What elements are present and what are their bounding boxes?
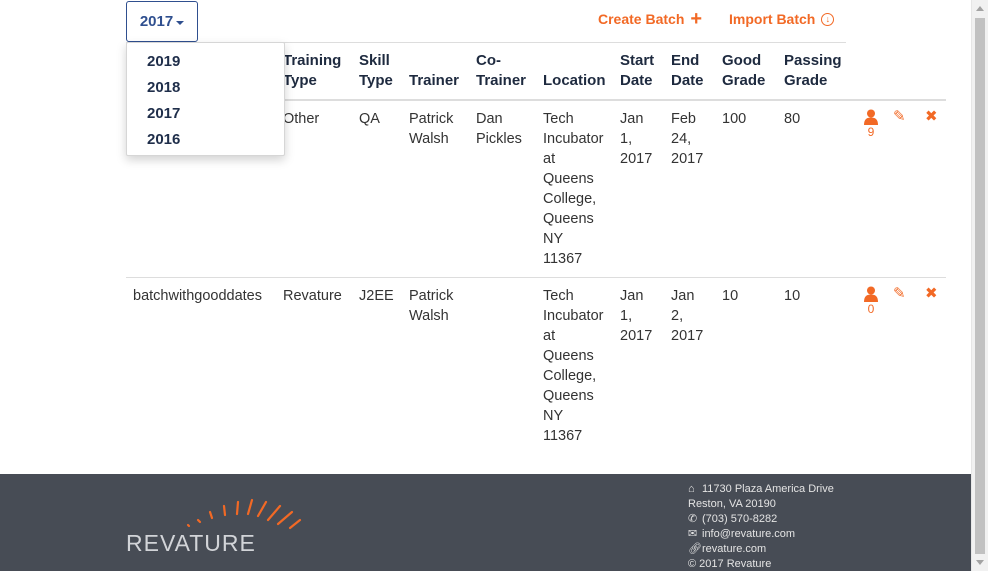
cell-end-date: Feb 24, 2017 (671, 111, 704, 167)
footer-contact-info: ⌂ 11730 Plaza America Drive Reston, VA 20… (688, 482, 834, 572)
header-skill-type: Skill Type (359, 52, 393, 89)
header-end-date: End Date (671, 52, 704, 89)
caret-down-icon (176, 20, 185, 25)
page-scrollbar[interactable] (971, 0, 988, 571)
header-good-grade: Good Grade (722, 52, 766, 89)
cell-training-type: Revature (283, 288, 342, 304)
revature-logo: REVATURE (126, 498, 306, 558)
cell-co-trainer: Dan Pickles (476, 111, 522, 147)
envelope-icon: ✉ (688, 528, 698, 540)
header-trainer: Trainer (409, 72, 460, 89)
scrollbar-thumb[interactable] (975, 18, 985, 554)
cell-passing-grade: 80 (784, 111, 801, 127)
header-passing-grade: Passing Grade (784, 52, 842, 89)
scroll-down-arrow-icon[interactable] (976, 560, 984, 565)
cell-skill-type: QA (359, 111, 380, 127)
import-batch-label: Import Batch (729, 11, 816, 27)
cell-good-grade: 100 (722, 111, 747, 127)
import-batch-link[interactable]: Import Batch ↓ (729, 11, 835, 27)
header-start-date: Start Date (620, 52, 655, 89)
cell-location: Tech Incubator at Queens College, Queens NY… (543, 288, 604, 444)
footer-phone: ✆ (703) 570-8282 (688, 513, 778, 525)
logo-rays-icon (186, 498, 302, 530)
footer-copyright: © 2017 Revature (688, 558, 772, 570)
year-dropdown-button[interactable]: 2017 (126, 1, 198, 42)
header-location: Location (543, 72, 606, 89)
footer-website[interactable]: 🔗︎revature.com (688, 542, 834, 557)
cell-trainer: Patrick Walsh (409, 111, 454, 147)
cell-skill-type: J2EE (359, 288, 394, 304)
year-option-2018[interactable]: 2018 (127, 75, 284, 101)
cell-start-date: Jan 1, 2017 (620, 288, 653, 344)
site-footer: REVATURE ⌂ 11730 Plaza America Drive Rest… (0, 474, 971, 571)
year-option-2017[interactable]: 2017 (127, 101, 284, 127)
cell-passing-grade: 10 (784, 288, 801, 304)
cell-start-date: Jan 1, 2017 (620, 111, 653, 167)
trainee-count: 0 (867, 302, 875, 316)
trainee-count: 9 (867, 125, 875, 139)
plus-icon: + (690, 8, 703, 30)
trainee-person-icon[interactable] (864, 109, 878, 125)
cell-good-grade: 10 (722, 288, 739, 304)
footer-address-line2: Reston, VA 20190 (688, 498, 776, 510)
trainee-person-icon[interactable] (864, 286, 878, 302)
logo-text: REVATURE (126, 530, 256, 556)
delete-x-icon[interactable]: ✖ (925, 109, 938, 125)
footer-email[interactable]: ✉ info@revature.com (688, 527, 834, 542)
edit-pencil-icon[interactable]: ✎ (893, 286, 906, 302)
header-co-trainer: Co- Trainer (476, 52, 527, 89)
cell-batch-name: batchwithgooddates (133, 288, 262, 304)
selected-year: 2017 (139, 13, 174, 30)
cell-end-date: Jan 2, 2017 (671, 288, 704, 344)
cell-trainer: Patrick Walsh (409, 288, 454, 324)
delete-x-icon[interactable]: ✖ (925, 286, 938, 302)
scroll-up-arrow-icon[interactable] (976, 6, 984, 11)
edit-pencil-icon[interactable]: ✎ (893, 109, 906, 125)
year-option-2019[interactable]: 2019 (127, 49, 284, 75)
create-batch-label: Create Batch (598, 11, 685, 27)
link-icon: 🔗︎ (688, 543, 702, 555)
cell-training-type: Other (283, 111, 320, 127)
row-divider (126, 277, 946, 278)
footer-address: ⌂ 11730 Plaza America Drive (688, 483, 834, 495)
cell-location: Tech Incubator at Queens College, Queens NY… (543, 111, 604, 267)
create-batch-link[interactable]: Create Batch + (598, 8, 703, 30)
home-icon: ⌂ (688, 483, 695, 495)
year-dropdown-menu: 2019 2018 2017 2016 (126, 42, 285, 156)
header-training-type: Training Type (283, 52, 342, 89)
circle-arrow-down-icon: ↓ (821, 12, 835, 26)
phone-icon: ✆ (688, 513, 698, 525)
year-option-2016[interactable]: 2016 (127, 127, 284, 153)
